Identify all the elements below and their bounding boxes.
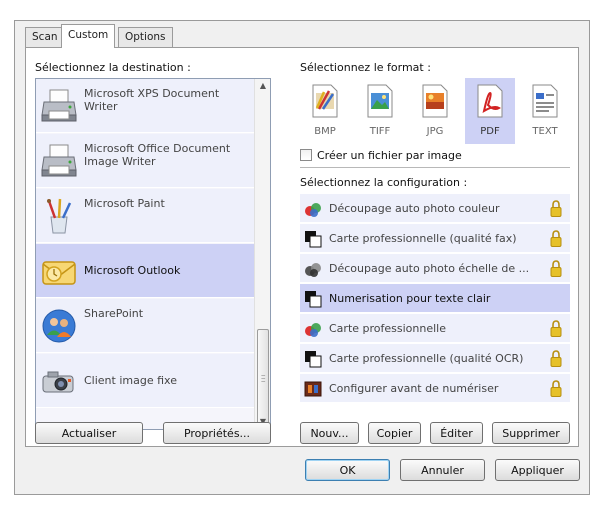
bw-document-icon	[305, 291, 322, 308]
format-label-text: JPG	[426, 126, 444, 137]
printer-icon	[41, 89, 77, 122]
destination-item-outlook[interactable]: Microsoft Outlook	[36, 244, 256, 298]
config-item-business-card-fax[interactable]: Carte professionnelle (qualité fax)	[300, 224, 570, 253]
destination-list[interactable]: Microsoft XPS Document Writer Microsoft …	[35, 78, 271, 430]
grip-icon: ‒ ‒ ‒	[261, 371, 266, 385]
config-item-label: Découpage auto photo échelle de ...	[329, 262, 530, 275]
ok-button[interactable]: OK	[305, 459, 390, 481]
config-item-label: Découpage auto photo couleur	[329, 202, 500, 215]
outlook-envelope-icon	[42, 261, 76, 285]
bmp-file-icon	[312, 84, 338, 118]
lock-icon	[550, 320, 562, 337]
tiff-file-icon	[367, 84, 393, 118]
configuration-list[interactable]: Découpage auto photo couleur Carte profe…	[300, 194, 570, 431]
destination-item-label: SharePoint	[84, 307, 144, 320]
config-item-auto-crop-grayscale-photo[interactable]: Découpage auto photo échelle de ...	[300, 254, 570, 283]
format-jpg[interactable]: JPG	[410, 78, 460, 144]
destination-item-xps-writer[interactable]: Microsoft XPS Document Writer	[36, 79, 256, 133]
format-label-text: BMP	[314, 126, 336, 137]
config-item-label: Carte professionnelle (qualité OCR)	[329, 352, 524, 365]
config-item-business-card-ocr[interactable]: Carte professionnelle (qualité OCR)	[300, 344, 570, 373]
lock-icon	[550, 260, 562, 277]
format-text[interactable]: TEXT	[520, 78, 570, 144]
copy-config-button[interactable]: Copier	[368, 422, 421, 444]
destination-item-office-image-writer[interactable]: Microsoft Office Document Image Writer	[36, 134, 256, 188]
lock-icon	[550, 350, 562, 367]
config-item-label: Carte professionnelle (qualité fax)	[329, 232, 517, 245]
paint-brushes-icon	[47, 198, 72, 234]
scanner-settings-dialog: Scan Custom Options Sélectionnez la dest…	[14, 20, 590, 495]
film-strip-icon	[304, 381, 322, 397]
scroll-up-arrow-icon[interactable]: ▲	[255, 79, 270, 93]
format-label-text: PDF	[480, 126, 500, 137]
destination-item-label: Microsoft Office Document Image Writer	[84, 142, 231, 168]
format-label-text: TEXT	[532, 126, 558, 137]
properties-button[interactable]: Propriétés...	[163, 422, 271, 444]
cancel-button[interactable]: Annuler	[400, 459, 485, 481]
one-file-per-image-checkbox[interactable]	[300, 149, 312, 161]
pdf-file-icon	[477, 84, 503, 118]
config-item-clear-text-scan[interactable]: Numerisation pour texte clair	[300, 284, 570, 313]
delete-config-button[interactable]: Supprimer	[492, 422, 570, 444]
configuration-label: Sélectionnez la configuration :	[300, 176, 468, 189]
format-selector: BMP TIFF JPG PDF TEXT	[300, 78, 570, 144]
refresh-button[interactable]: Actualiser	[35, 422, 143, 444]
tab-options[interactable]: Options	[118, 27, 173, 47]
config-item-business-card[interactable]: Carte professionnelle	[300, 314, 570, 343]
config-item-configure-before-scan[interactable]: Configurer avant de numériser	[300, 374, 570, 403]
custom-tab-panel: Sélectionnez la destination : Microsoft …	[25, 47, 579, 447]
format-bmp[interactable]: BMP	[300, 78, 350, 144]
new-config-button[interactable]: Nouv...	[300, 422, 359, 444]
camera-icon	[42, 371, 74, 393]
format-tiff[interactable]: TIFF	[355, 78, 405, 144]
color-photo-icon	[305, 323, 321, 337]
tab-scan[interactable]: Scan	[25, 27, 65, 47]
destination-label: Sélectionnez la destination :	[35, 61, 191, 74]
apply-button[interactable]: Appliquer	[495, 459, 580, 481]
lock-icon	[550, 380, 562, 397]
format-label-text: TIFF	[369, 126, 391, 137]
config-item-label: Configurer avant de numériser	[329, 382, 499, 395]
lock-icon	[550, 200, 562, 217]
config-item-label: Carte professionnelle	[329, 322, 446, 335]
destination-item-label: Microsoft Outlook	[84, 264, 181, 277]
format-pdf[interactable]: PDF	[465, 78, 515, 144]
config-item-auto-crop-color-photo[interactable]: Découpage auto photo couleur	[300, 194, 570, 223]
lock-icon	[550, 230, 562, 247]
destination-item-label: Client image fixe	[84, 374, 177, 387]
color-photo-icon	[305, 203, 321, 217]
tab-custom[interactable]: Custom	[61, 24, 116, 48]
scroll-thumb[interactable]: ‒ ‒ ‒	[257, 329, 269, 425]
destination-item-label: Microsoft XPS Document Writer	[84, 87, 220, 113]
sharepoint-people-icon	[42, 309, 76, 343]
destination-item-sharepoint[interactable]: SharePoint	[36, 299, 256, 353]
destination-item-label: Microsoft Paint	[84, 197, 165, 210]
one-file-per-image-label: Créer un fichier par image	[317, 149, 462, 162]
destination-item-still-image-client[interactable]: Client image fixe	[36, 354, 256, 408]
format-label: Sélectionnez le format :	[300, 61, 431, 74]
destination-item-paint[interactable]: Microsoft Paint	[36, 189, 256, 243]
printer-icon	[41, 144, 77, 177]
text-file-icon	[532, 84, 558, 118]
config-item-label: Numerisation pour texte clair	[329, 292, 491, 305]
destination-scrollbar[interactable]: ▲ ‒‒‒ ▼	[254, 79, 270, 429]
bw-document-icon	[305, 231, 322, 248]
bw-document-icon	[305, 351, 322, 368]
section-divider	[300, 167, 570, 168]
gray-photo-icon	[305, 263, 321, 277]
edit-config-button[interactable]: Éditer	[430, 422, 483, 444]
jpg-file-icon	[422, 84, 448, 118]
